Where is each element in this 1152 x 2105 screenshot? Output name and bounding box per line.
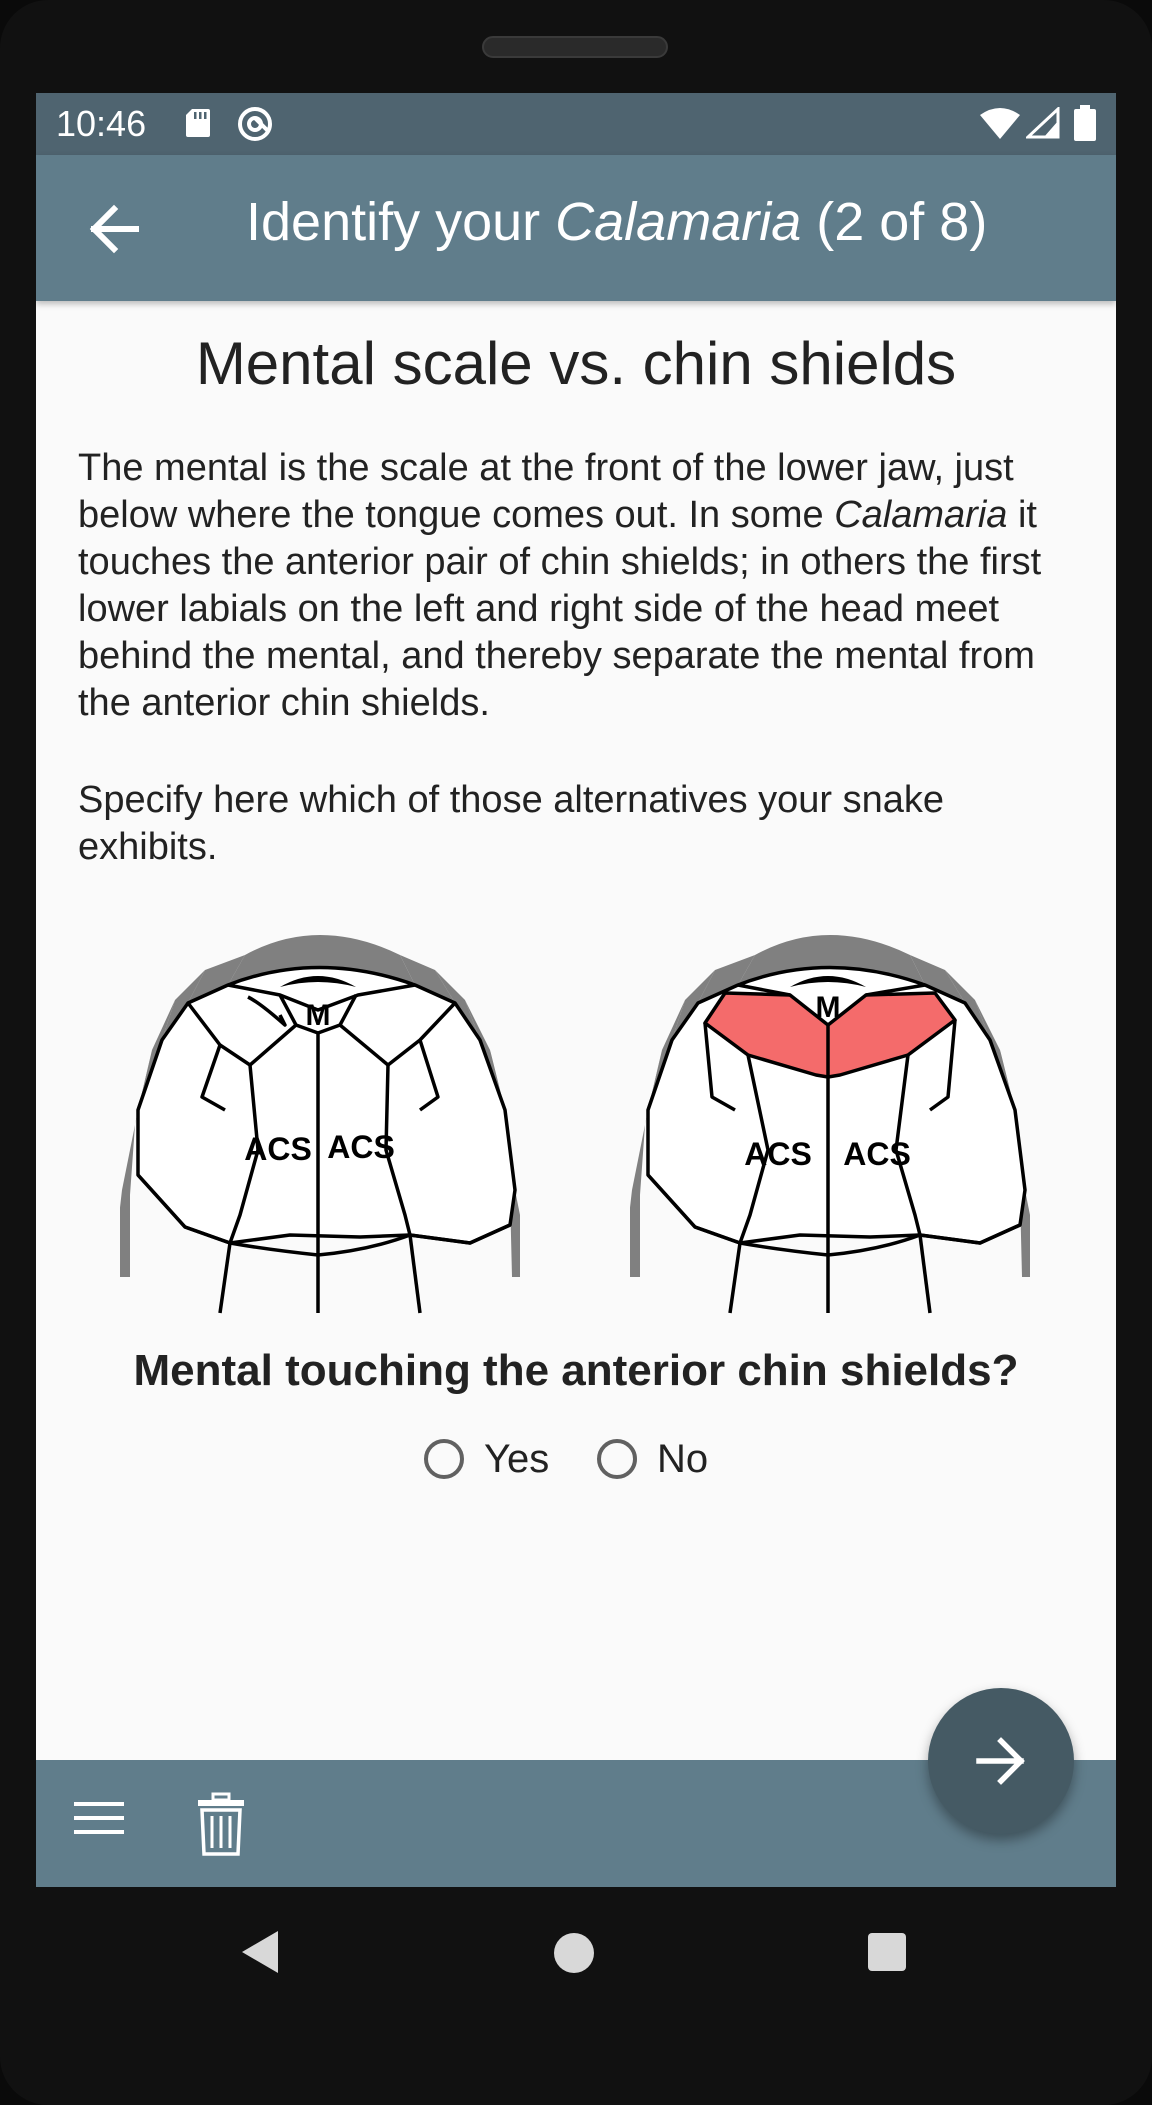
signal-icon bbox=[1026, 107, 1060, 139]
section-heading: Mental scale vs. chin shields bbox=[195, 330, 957, 397]
acs-label-left: ACS bbox=[244, 1131, 312, 1167]
mental-label: M bbox=[306, 999, 331, 1032]
forward-arrow-icon bbox=[976, 1737, 1025, 1785]
chin-diagram-touching: M ACS ACS bbox=[120, 935, 520, 1314]
system-nav-bar bbox=[0, 1887, 1152, 2047]
phone-frame: 10:46 Identify your Calamaria (2 of 8) M… bbox=[0, 0, 1152, 2105]
radio-no[interactable]: No bbox=[597, 1431, 708, 1487]
menu-icon[interactable] bbox=[74, 1798, 124, 1838]
sd-card-icon bbox=[186, 109, 210, 137]
title-genus: Calamaria bbox=[555, 192, 802, 252]
back-arrow-icon[interactable] bbox=[84, 201, 144, 257]
nav-back-icon[interactable] bbox=[238, 1927, 282, 1977]
nav-home-icon[interactable] bbox=[554, 1933, 594, 1973]
description-genus: Calamaria bbox=[834, 494, 1008, 536]
nav-recents-icon[interactable] bbox=[868, 1933, 906, 1971]
title-prefix: Identify your bbox=[246, 192, 556, 252]
radio-no-label[interactable]: No bbox=[657, 1437, 708, 1482]
acs-label-right: ACS bbox=[327, 1129, 395, 1165]
chin-diagram-separated: M ACS ACS bbox=[630, 935, 1030, 1314]
wifi-icon bbox=[980, 108, 1020, 139]
question-label: Mental touching the anterior chin shield… bbox=[133, 1346, 1019, 1395]
status-bar: 10:46 bbox=[36, 93, 1116, 155]
radio-yes-circle[interactable] bbox=[424, 1439, 464, 1479]
radio-yes[interactable]: Yes bbox=[424, 1431, 549, 1487]
app-bar: Identify your Calamaria (2 of 8) bbox=[36, 155, 1116, 301]
mental-label: M bbox=[816, 991, 841, 1024]
sync-icon bbox=[238, 107, 272, 141]
instruction-paragraph: Specify here which of those alternatives… bbox=[78, 779, 945, 868]
page-title: Identify your Calamaria (2 of 8) bbox=[246, 191, 987, 253]
radio-no-circle[interactable] bbox=[597, 1439, 637, 1479]
acs-label-right: ACS bbox=[843, 1136, 911, 1172]
battery-icon bbox=[1074, 105, 1096, 141]
phone-speaker bbox=[482, 36, 668, 58]
status-time: 10:46 bbox=[56, 103, 147, 144]
next-button[interactable] bbox=[928, 1688, 1074, 1834]
description-paragraph: The mental is the scale at the front of … bbox=[78, 445, 1078, 727]
trash-icon[interactable] bbox=[196, 1792, 246, 1856]
acs-label-left: ACS bbox=[744, 1136, 812, 1172]
title-suffix: (2 of 8) bbox=[801, 192, 988, 252]
screen: 10:46 Identify your Calamaria (2 of 8) M… bbox=[36, 93, 1116, 1887]
radio-yes-label[interactable]: Yes bbox=[484, 1437, 549, 1482]
